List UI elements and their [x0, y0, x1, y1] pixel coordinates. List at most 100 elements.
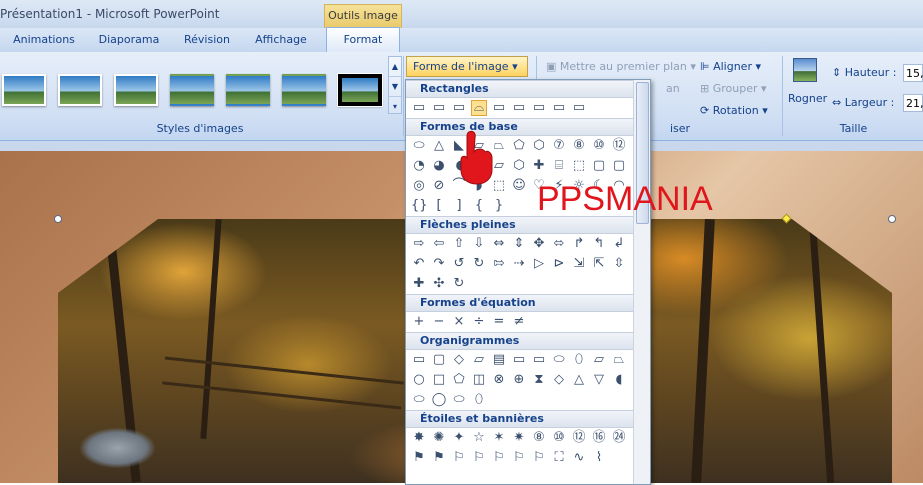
shape-option[interactable]: ]	[451, 198, 467, 214]
picture-style-2[interactable]	[58, 74, 102, 106]
picture-style-5[interactable]	[226, 74, 270, 106]
shape-option[interactable]: ◕	[431, 158, 447, 174]
shape-option[interactable]: +	[411, 314, 427, 330]
shape-option[interactable]: ⇧	[451, 236, 467, 252]
shape-option[interactable]: ✺	[431, 430, 447, 446]
shape-option[interactable]: ○	[411, 372, 427, 388]
shape-option[interactable]: ⬡	[531, 138, 547, 154]
shape-option[interactable]: ∿	[571, 450, 587, 466]
shape-option[interactable]: ⊘	[431, 178, 447, 194]
shape-option[interactable]: ⇢	[511, 256, 527, 272]
shape-option[interactable]: ≠	[511, 314, 527, 330]
shape-option[interactable]: ⌓	[471, 100, 487, 116]
shape-option[interactable]: ⏢	[611, 352, 627, 368]
shape-option[interactable]: ▢	[611, 158, 627, 174]
shape-option[interactable]: ◇	[451, 352, 467, 368]
tab-revision[interactable]: Révision	[176, 28, 238, 52]
shape-option[interactable]: ↶	[411, 256, 427, 272]
shape-option[interactable]: ▭	[511, 352, 527, 368]
group-button[interactable]: ⊞ Grouper ▾	[700, 82, 767, 95]
picture-shape-button[interactable]: Forme de l'image ▾	[406, 56, 528, 77]
shape-option[interactable]: ⇳	[611, 256, 627, 272]
shape-option[interactable]: ▭	[571, 100, 587, 116]
shape-option[interactable]: ⬭	[551, 352, 567, 368]
shape-option[interactable]: ◎	[411, 178, 427, 194]
shape-option[interactable]: ⚐	[511, 450, 527, 466]
shape-option[interactable]: ▭	[551, 100, 567, 116]
shape-option[interactable]: ⑫	[571, 430, 587, 446]
shape-option[interactable]: ↰	[591, 236, 607, 252]
styles-gallery-scroller[interactable]: ▲ ▼ ▾	[388, 56, 402, 114]
shape-option[interactable]: ⑩	[591, 138, 607, 154]
shape-option[interactable]: ▭	[531, 352, 547, 368]
shape-option[interactable]: ▭	[411, 100, 427, 116]
shape-option[interactable]: ✥	[531, 236, 547, 252]
shape-option[interactable]: ▭	[411, 352, 427, 368]
shape-option[interactable]: ▭	[451, 100, 467, 116]
shape-option[interactable]: ✦	[451, 430, 467, 446]
shape-option[interactable]: △	[571, 372, 587, 388]
shape-option[interactable]: ⬭	[411, 138, 427, 154]
picture-style-4[interactable]	[170, 74, 214, 106]
shape-option[interactable]: [	[431, 198, 447, 214]
shape-option[interactable]: ✷	[511, 430, 527, 446]
shape-option[interactable]: ✣	[431, 276, 447, 292]
shape-option[interactable]: ◫	[471, 372, 487, 388]
shape-option[interactable]: ⌸	[551, 158, 567, 174]
tab-diaporama[interactable]: Diaporama	[92, 28, 166, 52]
shape-option[interactable]: ⇕	[511, 236, 527, 252]
shape-option[interactable]: ⚑	[431, 450, 447, 466]
height-input[interactable]: 15,	[903, 64, 923, 82]
shape-option[interactable]: ✚	[411, 276, 427, 292]
shape-option[interactable]: ⬯	[471, 392, 487, 408]
shape-option[interactable]: ⧗	[531, 372, 547, 388]
shape-option[interactable]: ▭	[431, 100, 447, 116]
shape-option[interactable]: ⑩	[551, 430, 567, 446]
shape-option[interactable]: ◔	[411, 158, 427, 174]
tab-affichage[interactable]: Affichage	[248, 28, 314, 52]
shape-option[interactable]: △	[431, 138, 447, 154]
scroll-down-icon[interactable]: ▼	[389, 77, 401, 97]
picture-style-6[interactable]	[282, 74, 326, 106]
tab-animations[interactable]: Animations	[8, 28, 80, 52]
shape-option[interactable]: ▤	[491, 352, 507, 368]
shape-option[interactable]: ◇	[551, 372, 567, 388]
shape-option[interactable]: ⑫	[611, 138, 627, 154]
shape-option[interactable]: ✚	[531, 158, 547, 174]
shape-option[interactable]: ✶	[491, 430, 507, 446]
shape-option[interactable]: =	[491, 314, 507, 330]
shape-option[interactable]: ↻	[451, 276, 467, 292]
shape-option[interactable]: ▭	[491, 100, 507, 116]
shape-option[interactable]: ▱	[471, 352, 487, 368]
shape-option[interactable]: ⇔	[491, 236, 507, 252]
shape-option[interactable]: ▭	[531, 100, 547, 116]
shape-option[interactable]: }	[491, 198, 507, 214]
shape-option[interactable]: ▱	[591, 352, 607, 368]
shape-option[interactable]: ↺	[451, 256, 467, 272]
shape-option[interactable]: ✸	[411, 430, 427, 446]
shape-option[interactable]: ㉔	[611, 430, 627, 446]
shape-option[interactable]: ☆	[471, 430, 487, 446]
crop-button[interactable]: Rogner	[788, 58, 828, 110]
shape-option[interactable]: ↱	[571, 236, 587, 252]
shape-option[interactable]: ⬠	[511, 138, 527, 154]
shape-option[interactable]: ↲	[611, 236, 627, 252]
shape-option[interactable]: ⊗	[491, 372, 507, 388]
shape-option[interactable]: ↷	[431, 256, 447, 272]
picture-style-7[interactable]	[337, 73, 383, 107]
shape-option[interactable]: ⬚	[571, 158, 587, 174]
shape-option[interactable]: ⬯	[571, 352, 587, 368]
shape-option[interactable]: ⚐	[531, 450, 547, 466]
shape-option[interactable]: ▭	[511, 100, 527, 116]
shape-option[interactable]: ⇱	[591, 256, 607, 272]
rotation-button[interactable]: ⟳ Rotation ▾	[700, 104, 768, 117]
shape-option[interactable]: □	[431, 372, 447, 388]
shape-option[interactable]: ⚐	[451, 450, 467, 466]
bring-front-button[interactable]: ▣ Mettre au premier plan ▾	[546, 60, 696, 73]
shape-option[interactable]: ⚐	[491, 450, 507, 466]
shape-option[interactable]: ⛶	[551, 450, 567, 466]
more-icon[interactable]: ▾	[389, 97, 401, 116]
shape-option[interactable]: ▷	[531, 256, 547, 272]
tab-format[interactable]: Format	[326, 27, 400, 53]
shape-option[interactable]: ⚑	[411, 450, 427, 466]
